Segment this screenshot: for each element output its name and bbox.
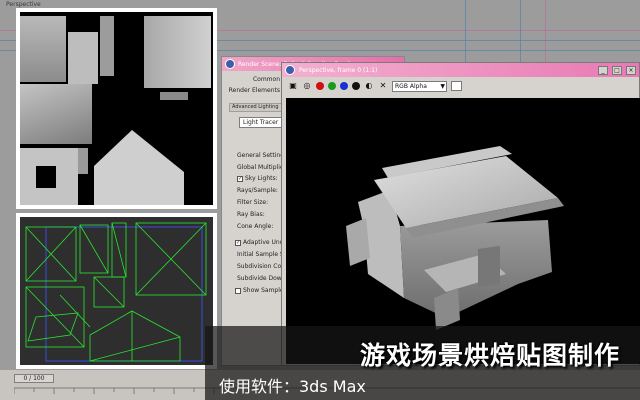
minimize-button[interactable]: _ <box>598 65 608 75</box>
monochrome-icon[interactable]: ◐ <box>364 81 374 91</box>
frame-window-title: Perspective, frame 0 (1:1) <box>299 66 378 74</box>
cone-angle-label: Cone Angle: <box>237 223 274 230</box>
texture-island <box>160 92 188 100</box>
rollout-advanced-lighting[interactable]: Advanced Lighting <box>229 103 285 112</box>
frame-window-title-bar[interactable]: Perspective, frame 0 (1:1) _ □ × <box>282 63 639 77</box>
maximize-button[interactable]: □ <box>612 65 622 75</box>
rendered-frame-window: Perspective, frame 0 (1:1) _ □ × ▣ ◎ ◐ ✕… <box>281 62 640 366</box>
sky-lights-label: Sky Lights: <box>245 175 278 182</box>
green-channel-toggle-icon[interactable] <box>328 82 336 90</box>
chevron-down-icon: ▼ <box>440 82 445 90</box>
texture-island <box>100 16 114 76</box>
alpha-channel-toggle-icon[interactable] <box>352 82 360 90</box>
viewport-label[interactable]: Perspective <box>6 1 41 8</box>
ray-bias-label: Ray Bias: <box>237 211 265 218</box>
sky-lights-checkbox[interactable]: ✓ <box>237 175 243 182</box>
grid-line <box>465 0 466 62</box>
max-logo-icon <box>225 59 235 69</box>
blue-channel-toggle-icon[interactable] <box>340 82 348 90</box>
clone-window-icon[interactable]: ◎ <box>302 81 312 91</box>
baked-texture-panel <box>16 8 217 209</box>
uv-wireframe <box>25 222 207 362</box>
grid-line <box>520 0 521 62</box>
close-button[interactable]: × <box>626 65 636 75</box>
sky-lights-row[interactable]: ✓ Sky Lights: <box>237 175 278 182</box>
show-samples-checkbox[interactable] <box>235 287 241 294</box>
baked-texture-image <box>20 12 213 205</box>
filter-size-label: Filter Size: <box>237 199 269 206</box>
texture-island <box>20 16 66 82</box>
channel-select-value: RGB Alpha <box>395 82 427 90</box>
rendered-house <box>346 146 564 330</box>
texture-island <box>78 148 88 174</box>
texture-island <box>36 166 56 188</box>
texture-island <box>144 16 211 88</box>
uv-layout-image <box>20 217 213 365</box>
caption-title: 游戏场景烘焙贴图制作 <box>359 341 620 370</box>
color-swatch[interactable] <box>451 81 462 91</box>
channel-select[interactable]: RGB Alpha ▼ <box>392 80 447 92</box>
show-samples-row[interactable]: Show Samples <box>235 287 287 294</box>
max-logo-icon <box>285 65 295 75</box>
rollout-label: Advanced Lighting <box>232 104 279 110</box>
frame-toolbar: ▣ ◎ ◐ ✕ RGB Alpha ▼ <box>282 77 639 95</box>
caption-overlay: 游戏场景烘焙贴图制作 使用软件：3ds Max <box>205 326 640 400</box>
clear-icon[interactable]: ✕ <box>378 81 388 91</box>
uv-layout-panel <box>16 213 217 369</box>
gable-texture <box>94 130 184 205</box>
rays-sample-label: Rays/Sample: <box>237 187 278 194</box>
texture-island <box>20 84 92 144</box>
adaptive-checkbox[interactable]: ✓ <box>235 239 241 246</box>
tab-render-elements[interactable]: Render Elements <box>222 87 280 94</box>
caption-subtitle: 使用软件：3ds Max <box>219 377 366 396</box>
grid-line <box>545 0 546 62</box>
texture-island <box>68 32 98 84</box>
red-channel-toggle-icon[interactable] <box>316 82 324 90</box>
light-tracer-select[interactable]: Light Tracer <box>239 117 284 128</box>
save-image-icon[interactable]: ▣ <box>288 81 298 91</box>
rendered-image <box>286 98 640 364</box>
tab-common[interactable]: Common <box>222 76 280 83</box>
time-slider[interactable]: 0 / 100 <box>14 374 54 383</box>
